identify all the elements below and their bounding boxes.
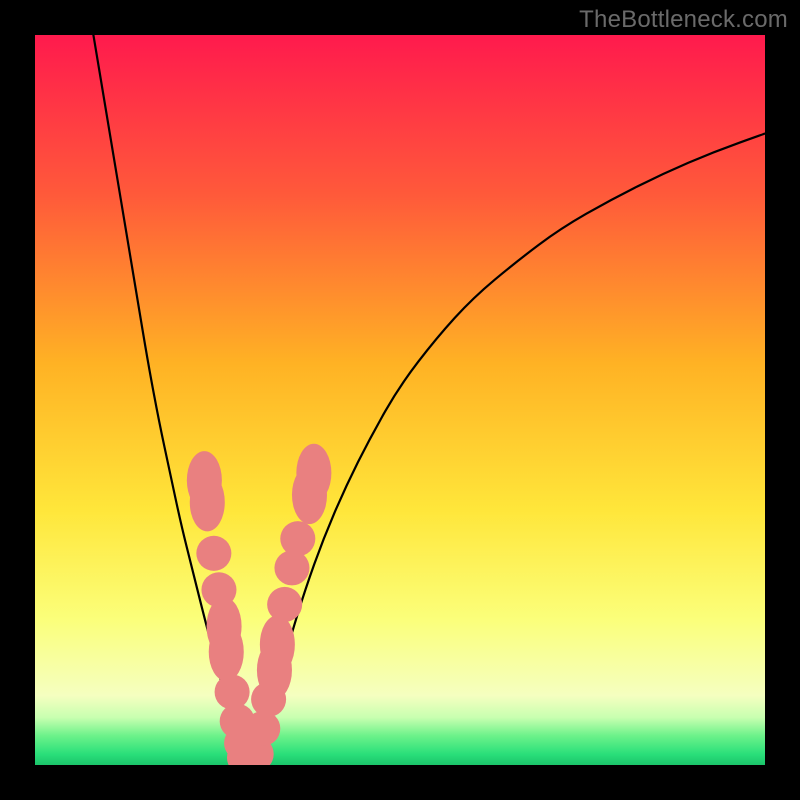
left-branch-markers-2: [196, 536, 231, 571]
right-branch-markers-5: [274, 550, 309, 585]
right-branch-markers-6: [280, 521, 315, 556]
left-branch-markers-1: [190, 473, 225, 531]
left-branch-markers-6: [215, 674, 250, 709]
plot-area: [35, 35, 765, 765]
chart-frame: TheBottleneck.com: [0, 0, 800, 800]
right-branch-markers-0: [245, 711, 280, 746]
right-branch-markers-4: [267, 587, 302, 622]
right-branch-markers-8: [296, 444, 331, 502]
right-branch-markers-3: [260, 615, 295, 673]
curve-layer: [35, 35, 765, 765]
curve-right-branch: [250, 134, 765, 758]
watermark-text: TheBottleneck.com: [579, 6, 788, 34]
left-branch-markers-5: [209, 623, 244, 681]
